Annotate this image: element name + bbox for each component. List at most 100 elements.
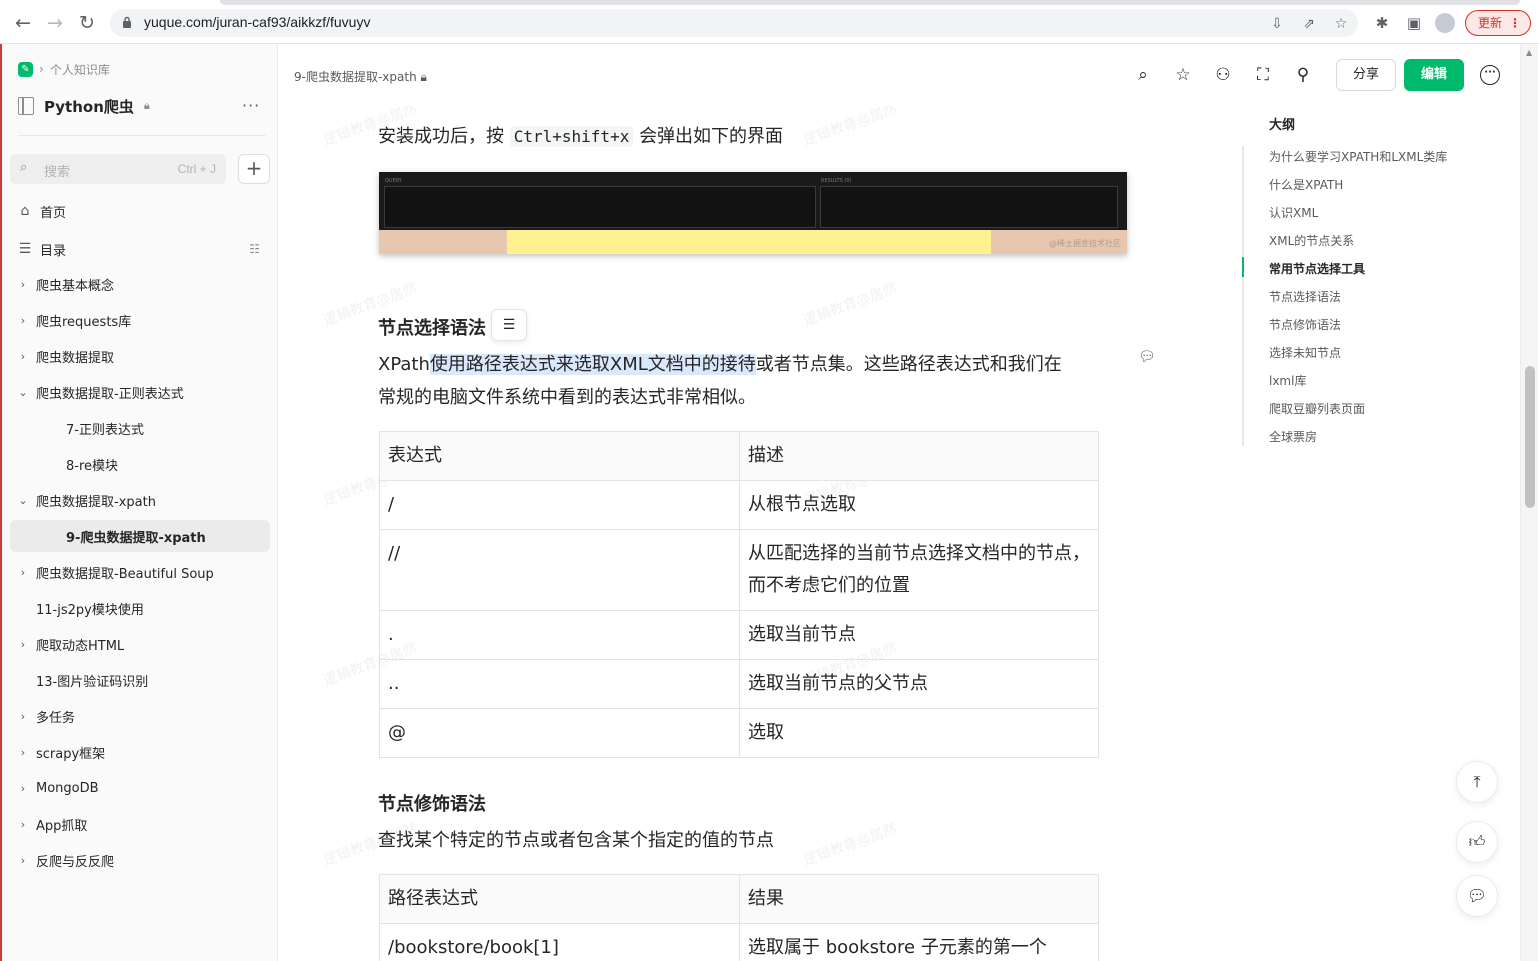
toc-item[interactable]: › 爬虫数据提取-Beautiful Soup: [10, 556, 270, 588]
comment-icon[interactable]: 💬︎: [1456, 875, 1498, 917]
outline-item[interactable]: lxml库: [1269, 372, 1306, 389]
add-member-icon[interactable]: ⚇: [1212, 64, 1234, 86]
install-paragraph: 安装成功后，按 Ctrl+shift+x 会弹出如下的界面: [378, 120, 783, 153]
search-input[interactable]: ⌕ 搜索 Ctrl + J: [10, 154, 226, 184]
chevron-icon[interactable]: ›: [10, 638, 36, 651]
chevron-icon[interactable]: ›: [10, 278, 36, 291]
chevron-icon[interactable]: ⌄: [10, 494, 36, 507]
toc-item[interactable]: ⌄ 爬虫数据提取-xpath: [10, 484, 270, 516]
outline-item[interactable]: 什么是XPATH: [1269, 176, 1343, 193]
knowledge-base-title[interactable]: Python爬虫 🔒︎: [18, 94, 150, 118]
chevron-icon[interactable]: ›: [10, 566, 36, 579]
chevron-icon[interactable]: ›: [10, 350, 36, 363]
share-page-icon[interactable]: ⇗: [1300, 15, 1318, 33]
chevron-icon[interactable]: ⌄: [10, 386, 36, 399]
toc-item[interactable]: › MongoDB: [10, 772, 270, 804]
breadcrumb-kb[interactable]: 个人知识库: [50, 61, 110, 78]
outline-item[interactable]: 爬取豆瓣列表页面: [1269, 400, 1365, 417]
table-row: /bookstore/book[1] 选取属于 bookstore 子元素的第一…: [379, 923, 1099, 961]
toc-item[interactable]: › 爬取动态HTML: [10, 628, 270, 660]
toc-item-label: 爬虫数据提取-正则表达式: [36, 386, 184, 402]
reload-icon[interactable]: ↻: [76, 12, 98, 34]
toc-item-label: 多任务: [36, 710, 76, 726]
chevron-icon[interactable]: ›: [10, 818, 36, 831]
toc-item[interactable]: › 爬虫基本概念: [10, 268, 270, 300]
chevron-icon[interactable]: ›: [10, 710, 36, 723]
doc-title: 9-爬虫数据提取-xpath: [294, 70, 417, 84]
toc-item[interactable]: ⌄ 爬虫数据提取-正则表达式: [10, 376, 270, 408]
toc-item[interactable]: › 爬虫requests库: [10, 304, 270, 336]
toc-item-label: 9-爬虫数据提取-xpath: [66, 530, 206, 546]
forward-icon[interactable]: →: [44, 12, 66, 34]
side-panel-icon[interactable]: ▣: [1404, 13, 1424, 33]
scroll-up-icon[interactable]: ▲: [1526, 48, 1532, 57]
outline-panel: 大纲 为什么要学习XPATH和LXML类库 什么是XPATH 认识XML XML…: [1240, 106, 1520, 466]
chevron-icon[interactable]: ›: [10, 854, 36, 867]
outline-item[interactable]: 为什么要学习XPATH和LXML类库: [1269, 148, 1447, 165]
outline-item[interactable]: 全球票房: [1269, 428, 1317, 445]
table-cell: 从匹配选择的当前节点选择文档中的节点，而不考虑它们的位置: [739, 529, 1099, 611]
extensions-puzzle-icon[interactable]: ✱: [1372, 13, 1392, 33]
paragraph-comment-icon[interactable]: 💬︎: [1138, 349, 1156, 365]
update-button[interactable]: 更新 ⋮: [1465, 10, 1531, 36]
kb-more-icon[interactable]: ···: [242, 96, 260, 115]
share-button[interactable]: 分享: [1336, 59, 1396, 91]
toc-collapse-icon[interactable]: ☷: [249, 242, 260, 256]
like-icon[interactable]: 👍︎: [1456, 821, 1498, 863]
para-text: 常规的电脑文件系统中看到的表达式非常相似。: [378, 387, 756, 408]
outline-item[interactable]: 认识XML: [1269, 204, 1318, 221]
comment-icon[interactable]: ☰: [491, 309, 527, 341]
toc-item[interactable]: 11-js2py模块使用: [10, 592, 270, 624]
install-icon[interactable]: ⇩: [1268, 15, 1286, 33]
toc-item-label: 爬虫数据提取: [36, 350, 115, 366]
more-icon[interactable]: ···: [1480, 65, 1500, 85]
chevron-icon[interactable]: ›: [10, 746, 36, 759]
sidebar-item-toc[interactable]: ☰ 目录 ☷: [10, 234, 270, 264]
outline-item[interactable]: 节点修饰语法: [1269, 316, 1341, 333]
present-icon[interactable]: ⛶: [1252, 64, 1274, 86]
yuque-logo-icon[interactable]: ✎: [18, 61, 33, 77]
chevron-icon[interactable]: ›: [10, 314, 36, 327]
toc-item-active[interactable]: 9-爬虫数据提取-xpath: [10, 520, 270, 552]
toc-item[interactable]: › App抓取: [10, 808, 270, 840]
table-cell: /bookstore/book[1]: [379, 923, 740, 961]
toc-item[interactable]: › 多任务: [10, 700, 270, 732]
graph-icon[interactable]: ⚲: [1292, 64, 1314, 86]
install-suffix: 会弹出如下的界面: [639, 126, 784, 147]
toc-item[interactable]: › 爬虫数据提取: [10, 340, 270, 372]
add-button[interactable]: +: [238, 154, 270, 184]
browser-toolbar: ← → ↻ yuque.com/juran-caf93/aikkzf/fuvuy…: [0, 0, 1538, 44]
table-cell: 选取属于 bookstore 子元素的第一个: [739, 923, 1099, 961]
install-prefix: 安装成功后，按: [378, 126, 504, 147]
toc-item-label: 7-正则表达式: [66, 422, 144, 438]
toc-item[interactable]: › scrapy框架: [10, 736, 270, 768]
back-icon[interactable]: ←: [12, 12, 34, 34]
lock-icon: [123, 16, 131, 28]
address-bar[interactable]: yuque.com/juran-caf93/aikkzf/fuvuyv ⇩ ⇗ …: [110, 9, 1358, 37]
url-text[interactable]: yuque.com/juran-caf93/aikkzf/fuvuyv: [144, 14, 370, 30]
toc-item[interactable]: 8-re模块: [10, 448, 270, 480]
section-heading: 节点选择语法: [378, 318, 486, 339]
sidebar-item-home[interactable]: ⌂ 首页: [10, 196, 270, 226]
bookmark-star-icon[interactable]: ☆: [1332, 15, 1350, 33]
back-to-top-icon[interactable]: ⤒: [1456, 761, 1498, 803]
outline-item-active[interactable]: 常用节点选择工具: [1269, 260, 1365, 277]
edit-button[interactable]: 编辑: [1404, 59, 1464, 91]
toc-item-label: 反爬与反反爬: [36, 854, 115, 870]
scrollbar[interactable]: ▲: [1520, 44, 1538, 961]
outline-item[interactable]: 选择未知节点: [1269, 344, 1341, 361]
toc-item-label: 13-图片验证码识别: [36, 674, 149, 690]
scrollbar-thumb[interactable]: [1525, 366, 1535, 508]
toc-item[interactable]: › 反爬与反反爬: [10, 844, 270, 876]
toc-item[interactable]: 7-正则表达式: [10, 412, 270, 444]
profile-avatar[interactable]: [1435, 13, 1455, 33]
search-icon[interactable]: ⌕: [1132, 64, 1154, 86]
table-header-cell: 结果: [739, 874, 1099, 924]
toc-item[interactable]: 13-图片验证码识别: [10, 664, 270, 696]
outline-item[interactable]: XML的节点关系: [1269, 232, 1354, 249]
chevron-icon[interactable]: ›: [10, 782, 36, 795]
highlight-bar: [507, 230, 991, 254]
outline-item[interactable]: 节点选择语法: [1269, 288, 1341, 305]
table-cell: 选取: [739, 708, 1099, 758]
star-icon[interactable]: ☆: [1172, 64, 1194, 86]
